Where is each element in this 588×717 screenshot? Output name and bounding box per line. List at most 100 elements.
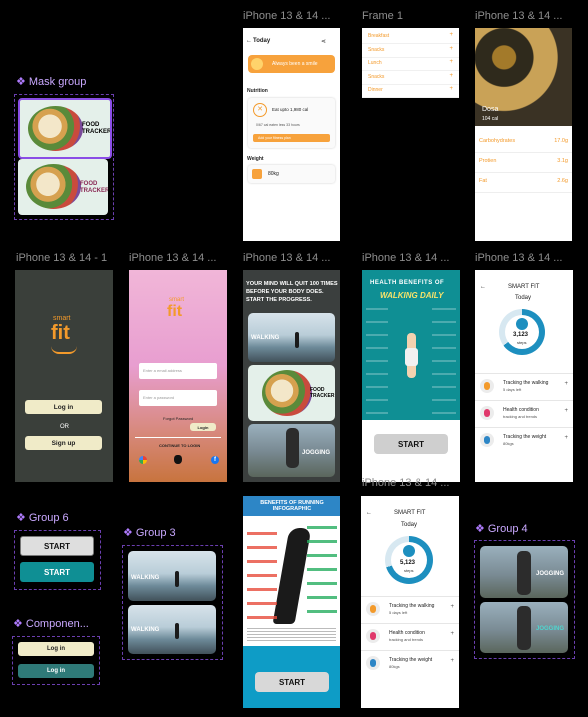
signup-button[interactable]: Sign up <box>25 436 102 450</box>
walking-info-screen[interactable]: HEALTH BENEFITS OF WALKING DAILY START <box>362 270 460 482</box>
food-tracker-card[interactable]: FOOD TRACKER <box>248 365 335 421</box>
frame-label-smartfit-2[interactable]: iPhone 13 & 14 ... <box>362 477 460 489</box>
email-input[interactable]: Enter a email address <box>139 363 217 379</box>
component-icon: ❖ <box>123 527 133 539</box>
nutrition-card[interactable]: ✕ Eat upto 1,980 cal 0/67 cal eaten less… <box>248 98 335 148</box>
forgot-password-link[interactable]: Forgot Password <box>163 416 193 421</box>
add-meal-icon[interactable]: + <box>449 73 453 79</box>
password-input[interactable]: Enter a password <box>139 390 217 406</box>
add-fitness-plan-button[interactable]: Add your fitness plan <box>253 134 330 142</box>
add-meal-icon[interactable]: + <box>449 59 453 65</box>
logo-fit-text: fit <box>51 322 70 344</box>
frame-label-login[interactable]: iPhone 13 & 14 ... <box>129 252 227 264</box>
group-label-mask[interactable]: ❖ Mask group <box>16 75 86 88</box>
login-button[interactable]: Log in <box>25 400 102 414</box>
jogging-card[interactable]: JOGGING <box>248 424 335 477</box>
frame-label-motivation[interactable]: iPhone 13 & 14 ... <box>243 252 343 264</box>
benefit-list-right <box>307 526 337 616</box>
benefit-list-right <box>432 308 456 416</box>
add-meal-icon[interactable]: + <box>449 32 453 38</box>
frame-label-splash[interactable]: iPhone 13 & 14 - 1 <box>16 252 116 264</box>
tracker-row[interactable]: Tracking the weight 80kgs + <box>361 650 459 677</box>
infographic-footnotes <box>247 628 336 642</box>
mood-card[interactable]: Always been a smile <box>248 55 335 73</box>
add-icon[interactable]: + <box>564 381 568 387</box>
motivation-screen[interactable]: YOUR MIND WILL QUIT 100 TIMES BEFORE YOU… <box>243 270 340 482</box>
walking-card[interactable]: WALKING <box>248 313 335 362</box>
food-plate-image <box>26 164 81 209</box>
tracker-title: Health condition <box>503 407 539 413</box>
share-icon[interactable]: ⋖ <box>321 38 326 45</box>
start-button[interactable]: START <box>255 672 329 692</box>
group-label-component[interactable]: ❖ Componen... <box>13 617 89 630</box>
splash-screen[interactable]: smart fit Log in OR Sign up <box>15 270 113 482</box>
group-label-group4[interactable]: ❖ Group 4 <box>475 522 528 535</box>
add-icon[interactable]: + <box>450 658 454 664</box>
food-tracker-card-1[interactable]: FOOD TRACKER <box>18 98 112 159</box>
login-screen[interactable]: smart fit Enter a email address Enter a … <box>129 270 227 482</box>
mask-group-container[interactable]: FOOD TRACKER FOOD TRACKER <box>14 94 114 220</box>
login-submit-button[interactable]: Login <box>190 423 216 431</box>
back-arrow-icon[interactable]: ← <box>480 284 486 290</box>
meal-row[interactable]: Snacks + <box>362 44 459 58</box>
tracker-row[interactable]: Health condition tracking and trends + <box>361 623 459 650</box>
group-label-group3[interactable]: ❖ Group 3 <box>123 526 176 539</box>
dosa-screen[interactable]: Dosa 104 cal Carbohydrates 17.0g Protien 3.… <box>475 28 572 241</box>
login-button-teal[interactable]: Log in <box>18 664 94 678</box>
today-screen[interactable]: ← Today ⋖ Always been a smile Nutrition … <box>243 28 340 241</box>
component-container[interactable]: Log in Log in <box>12 636 100 685</box>
meal-row[interactable]: Snacks + <box>362 71 459 85</box>
meal-row[interactable]: Breakfast + <box>362 30 459 44</box>
tracker-row[interactable]: Health condition tracking and trends + <box>475 400 573 427</box>
today-title[interactable]: Today <box>253 38 270 44</box>
walker-figure <box>175 571 179 587</box>
start-button-light[interactable]: START <box>20 536 94 556</box>
walker-shirt <box>405 348 418 366</box>
meal-row[interactable]: Dinner + <box>362 84 459 98</box>
frame-label-smartfit[interactable]: iPhone 13 & 14 ... <box>475 252 575 264</box>
frame-label-frame1[interactable]: Frame 1 <box>362 10 462 22</box>
facebook-icon[interactable]: f <box>211 456 219 464</box>
walking-card-1[interactable]: WALKING <box>128 551 216 601</box>
jogging-card-1[interactable]: JOGGING <box>480 546 568 598</box>
add-meal-icon[interactable]: + <box>449 46 453 52</box>
tracker-row[interactable]: Tracking the weight 80kgs + <box>475 427 573 454</box>
add-icon[interactable]: + <box>564 408 568 414</box>
tracker-row[interactable]: Tracking the walking 5 days left + <box>475 373 573 400</box>
tracker-icon-dot <box>484 409 490 417</box>
group3-container[interactable]: WALKING WALKING <box>122 545 223 660</box>
jogging-card-2[interactable]: JOGGING <box>480 602 568 653</box>
weight-card[interactable]: 80kg <box>248 165 335 183</box>
nutrition-item: Eat upto 1,980 cal <box>272 107 309 112</box>
health-drop-icon <box>366 629 380 643</box>
frame-label-today[interactable]: iPhone 13 & 14 ... <box>243 10 343 22</box>
meal-label: Lunch <box>368 60 382 66</box>
food-tracker-card-2[interactable]: FOOD TRACKER <box>18 159 108 215</box>
group-label-group6[interactable]: ❖ Group 6 <box>16 511 69 524</box>
walking-card-2[interactable]: WALKING <box>128 605 216 654</box>
start-button[interactable]: START <box>374 434 448 454</box>
frame-label-walking-info[interactable]: iPhone 13 & 14 ... <box>362 252 462 264</box>
smartfit-screen-2[interactable]: ← SMART FIT Today 5,123 steps Tracking t… <box>361 496 459 708</box>
add-icon[interactable]: + <box>450 631 454 637</box>
group6-container[interactable]: START START <box>14 530 101 590</box>
add-icon[interactable]: + <box>450 604 454 610</box>
running-screen[interactable]: BENEFITS OF RUNNING INFOGRAPHIC START <box>243 496 340 708</box>
scale-icon <box>252 169 262 179</box>
meal-row[interactable]: Lunch + <box>362 57 459 71</box>
add-meal-icon[interactable]: + <box>449 86 453 92</box>
frame-label-dosa[interactable]: iPhone 13 & 14 ... <box>475 10 575 22</box>
google-icon[interactable] <box>139 456 147 464</box>
start-button-teal[interactable]: START <box>20 562 94 582</box>
group4-container[interactable]: JOGGING JOGGING <box>474 540 575 659</box>
smartfit-screen-1[interactable]: ← SMART FIT Today 3,123 steps Tracking t… <box>475 270 573 482</box>
back-arrow-icon[interactable]: ← <box>366 510 372 516</box>
meals-list[interactable]: Breakfast + Snacks + Lunch + Snacks + Dinner + <box>362 28 459 98</box>
login-button-cream[interactable]: Log in <box>18 642 94 656</box>
back-arrow-icon[interactable]: ← <box>246 38 252 44</box>
continue-to-login[interactable]: CONTINUE TO LOGIN <box>159 443 200 448</box>
add-icon[interactable]: + <box>564 435 568 441</box>
apple-icon[interactable] <box>174 455 182 464</box>
tracker-title: Tracking the walking <box>389 603 435 609</box>
tracker-row[interactable]: Tracking the walking 5 days left + <box>361 596 459 623</box>
